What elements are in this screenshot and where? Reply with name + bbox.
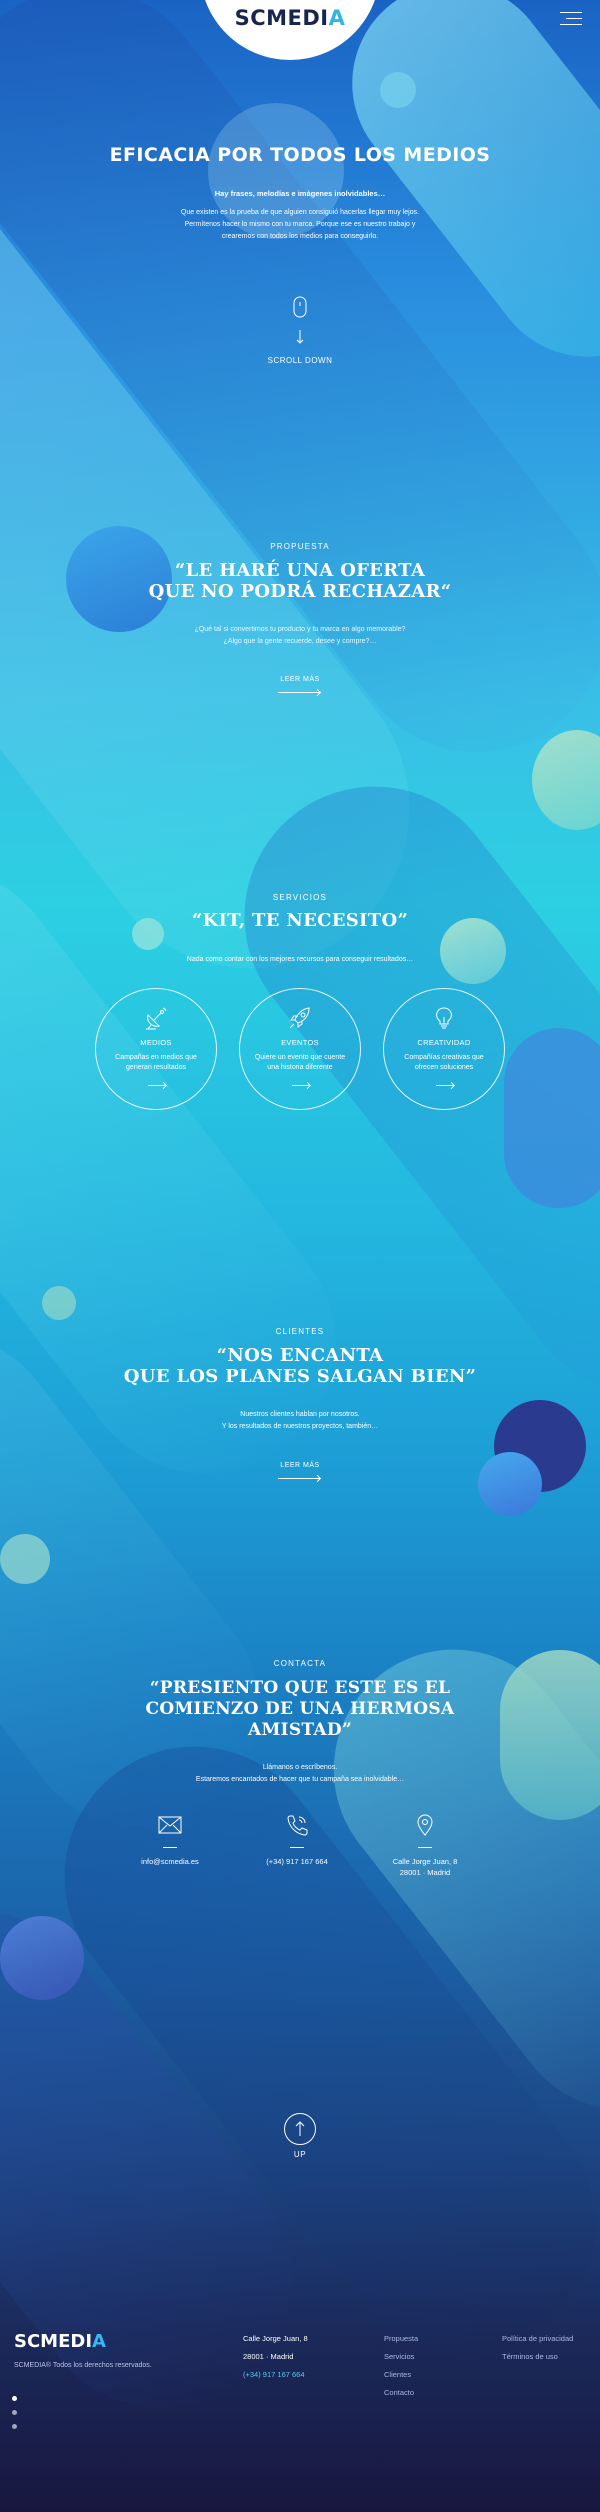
contact-phone-text[interactable]: (+34) 917 167 664 (227, 1856, 367, 1867)
address-line: Calle Jorge Juan, 8 (392, 1857, 458, 1866)
footer-rights: SCMEDIA® Todos los derechos reservados. (14, 2362, 152, 2369)
scroll-down-label[interactable]: SCROLL DOWN (0, 356, 600, 365)
hero-text-line: Permítenos hacer lo mismo con tu marca. … (184, 221, 416, 228)
service-desc-line: una historia diferente (267, 1064, 333, 1071)
contacta-quote: “PRESIENTO QUE ESTE ES EL COMIENZO DE UN… (0, 1678, 600, 1741)
footer-phone[interactable]: (+34) 917 167 664 (243, 2366, 308, 2384)
arrow-right-icon (148, 1085, 166, 1086)
quote-line: “LE HARÉ UNA OFERTA (174, 560, 426, 581)
footer-link-servicios[interactable]: Servicios (384, 2348, 418, 2366)
envelope-icon (158, 1816, 182, 1834)
contacta-text-line: Llámanos o escríbenos. (262, 1764, 338, 1771)
scroll-up-button[interactable] (284, 2113, 316, 2145)
phone-icon (287, 1815, 308, 1836)
clientes-text-line: Nuestros clientes hablan por nosotros. (240, 1411, 360, 1418)
service-card-medios[interactable]: MEDIOS Campañas en medios que generan re… (95, 988, 217, 1110)
arrow-right-icon[interactable] (278, 692, 320, 693)
clientes-eyebrow: CLIENTES (275, 1327, 325, 1336)
contact-phone[interactable]: (+34) 917 167 664 (227, 1814, 367, 1867)
site-logo[interactable]: SCMEDIA (200, 6, 380, 30)
quote-line: QUE NO PODRÁ RECHAZAR“ (148, 581, 452, 602)
clientes-quote: “NOS ENCANTA QUE LOS PLANES SALGAN BIEN” (0, 1345, 600, 1387)
contact-email-text[interactable]: info@scmedia.es (100, 1856, 240, 1867)
divider (290, 1847, 304, 1848)
footer-link-privacy[interactable]: Política de privacidad (502, 2330, 573, 2348)
footer-link-clientes[interactable]: Clientes (384, 2366, 418, 2384)
propuesta-quote: “LE HARÉ UNA OFERTA QUE NO PODRÁ RECHAZA… (0, 560, 600, 602)
mouse-scroll-icon (293, 296, 307, 344)
propuesta-read-more-link[interactable]: LEER MÁS (0, 676, 600, 683)
service-desc-line: generan resultados (126, 1064, 186, 1071)
service-card-eventos[interactable]: EVENTOS Quiere un evento que cuente una … (239, 988, 361, 1110)
service-title: MEDIOS (140, 1038, 172, 1047)
servicios-eyebrow: SERVICIOS (272, 893, 328, 902)
location-pin-icon (417, 1814, 433, 1836)
footer-logo[interactable]: SCMEDIA (14, 2331, 106, 2352)
footer-address-line: Calle Jorge Juan, 8 (243, 2334, 308, 2343)
page-indicator-dot[interactable] (12, 2424, 17, 2429)
propuesta-eyebrow: PROPUESTA (270, 542, 330, 551)
contacta-text: Llámanos o escríbenos. Estaremos encanta… (0, 1762, 600, 1786)
clientes-text: Nuestros clientes hablan por nosotros. Y… (0, 1409, 600, 1433)
hero-title: EFICACIA POR TODOS LOS MEDIOS (109, 144, 491, 166)
service-desc: Quiere un evento que cuente una historia… (240, 1053, 360, 1073)
contact-email[interactable]: info@scmedia.es (100, 1814, 240, 1867)
servicios-text: Nada como contar con los mejores recurso… (186, 956, 414, 963)
arrow-right-icon (292, 1085, 310, 1086)
hero-text: Que existen es la prueba de que alguien … (0, 207, 600, 243)
rocket-icon (289, 1007, 310, 1029)
page-indicator-dot[interactable] (12, 2396, 17, 2401)
service-desc-line: Compañías creativas que (404, 1054, 484, 1061)
service-desc: Compañías creativas que ofrecen solucion… (384, 1053, 504, 1073)
contact-address[interactable]: Calle Jorge Juan, 8 28001 · Madrid (355, 1814, 495, 1878)
hero-text-line: crearemos con todos los medios para cons… (221, 233, 379, 240)
quote-line: AMISTAD” (247, 1720, 353, 1740)
service-desc-line: Campañas en medios que (115, 1054, 197, 1061)
clientes-read-more-link[interactable]: LEER MÁS (0, 1462, 600, 1469)
divider (418, 1847, 432, 1848)
address-line: 28001 · Madrid (399, 1868, 451, 1877)
service-title: EVENTOS (281, 1038, 319, 1047)
quote-line: “PRESIENTO QUE ESTE ES EL (149, 1678, 451, 1698)
servicios-quote: “KIT, TE NECESITO” (191, 910, 409, 931)
footer-nav: Propuesta Servicios Clientes Contacto (384, 2330, 418, 2402)
propuesta-text-line: ¿Algo que la gente recuerde, desee y com… (223, 638, 377, 645)
service-title: CREATIVIDAD (417, 1038, 471, 1047)
clientes-text-line: Y los resultados de nuestros proyectos, … (221, 1423, 379, 1430)
arrow-right-icon[interactable] (278, 1478, 320, 1479)
contacta-eyebrow: CONTACTA (273, 1659, 327, 1668)
footer-legal: Política de privacidad Términos de uso (502, 2330, 573, 2366)
arrow-up-icon (295, 2121, 305, 2136)
contacta-text-line: Estaremos encantados de hacer que tu cam… (195, 1776, 405, 1783)
footer-link-terms[interactable]: Términos de uso (502, 2348, 573, 2366)
propuesta-text-line: ¿Qué tal si convertimos tu producto y tu… (194, 626, 406, 633)
page-indicator-dot[interactable] (12, 2410, 17, 2415)
footer-link-contacto[interactable]: Contacto (384, 2384, 418, 2402)
scroll-down-button[interactable] (292, 296, 308, 357)
service-desc-line: Quiere un evento que cuente (254, 1054, 346, 1061)
lightbulb-icon (436, 1007, 452, 1029)
service-desc-line: ofrecen soluciones (414, 1064, 474, 1071)
quote-line: COMIENZO DE UNA HERMOSA (145, 1699, 455, 1719)
logo-text-accent: A (328, 6, 346, 30)
service-card-creatividad[interactable]: CREATIVIDAD Compañías creativas que ofre… (383, 988, 505, 1110)
arrow-right-icon (436, 1085, 454, 1086)
quote-line: QUE LOS PLANES SALGAN BIEN” (123, 1366, 477, 1387)
hamburger-menu-icon[interactable] (560, 10, 582, 26)
hero-text-line: Que existen es la prueba de que alguien … (180, 209, 420, 216)
satellite-dish-icon (146, 1007, 167, 1030)
hero-subtitle: Hay frases, melodías e imágenes inolvida… (214, 189, 386, 198)
footer-address-line: 28001 · Madrid (243, 2352, 294, 2361)
service-desc: Campañas en medios que generan resultado… (96, 1053, 216, 1073)
quote-line: “NOS ENCANTA (216, 1345, 384, 1366)
logo-text-main: SCMEDI (234, 6, 329, 30)
contact-address-text: Calle Jorge Juan, 8 28001 · Madrid (355, 1856, 495, 1878)
scroll-up-label[interactable]: UP (0, 2150, 600, 2159)
propuesta-text: ¿Qué tal si convertimos tu producto y tu… (0, 624, 600, 648)
footer-logo-accent: A (92, 2331, 106, 2352)
footer-contact: Calle Jorge Juan, 8 28001 · Madrid (+34)… (243, 2330, 308, 2384)
divider (163, 1847, 177, 1848)
footer-link-propuesta[interactable]: Propuesta (384, 2330, 418, 2348)
footer-logo-main: SCMEDI (14, 2331, 93, 2352)
